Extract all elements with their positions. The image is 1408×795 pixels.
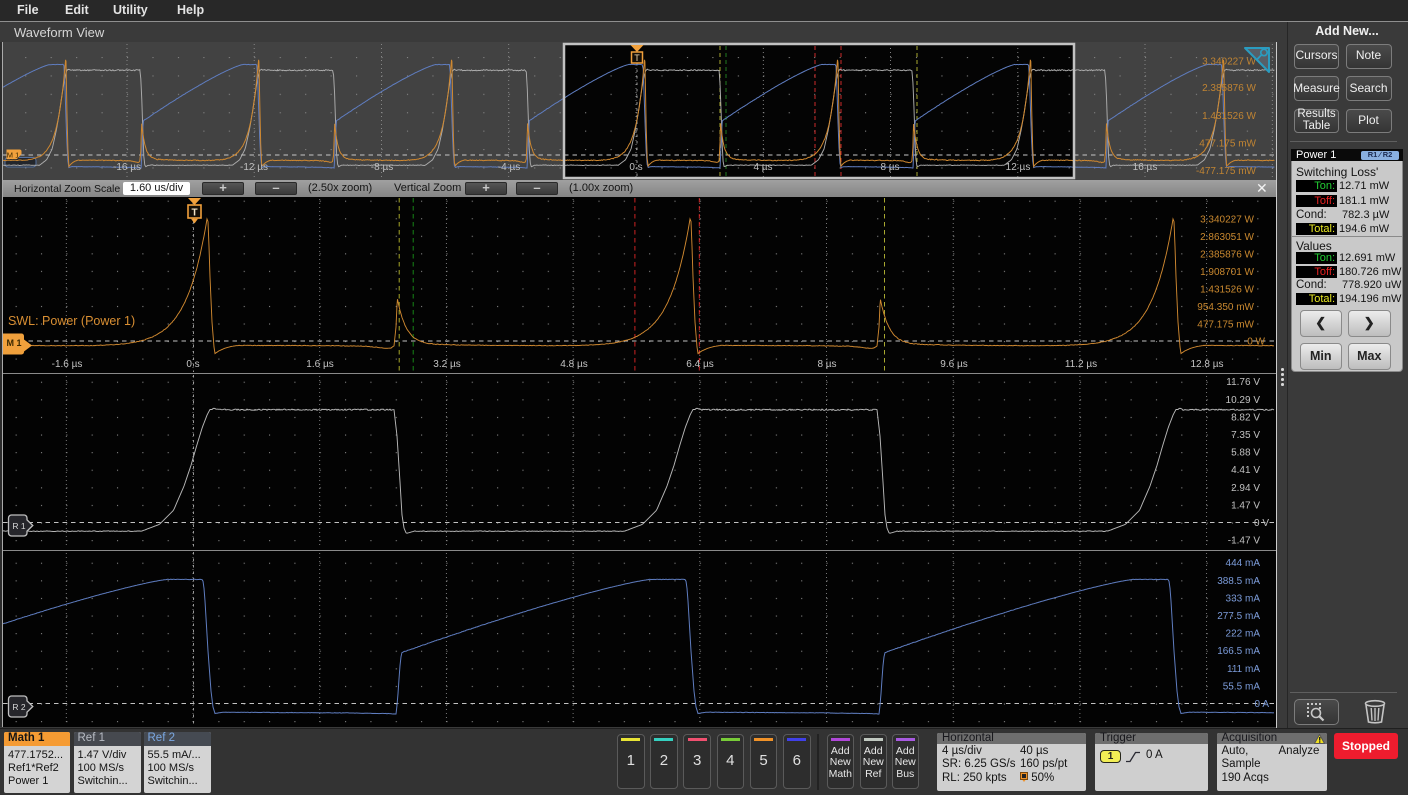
svg-text:4.8 µs: 4.8 µs xyxy=(560,359,587,370)
svg-text:477.175 mW: 477.175 mW xyxy=(1197,320,1254,331)
svg-text:T: T xyxy=(191,208,197,219)
svg-text:1.431526 W: 1.431526 W xyxy=(1202,111,1256,122)
svg-text:2.385876 W: 2.385876 W xyxy=(1200,249,1254,260)
svg-text:16 µs: 16 µs xyxy=(1133,162,1158,173)
svg-text:M 1: M 1 xyxy=(6,338,21,348)
svg-text:-16 µs: -16 µs xyxy=(113,162,141,173)
svg-text:-1.6 µs: -1.6 µs xyxy=(52,359,83,370)
svg-text:M 1: M 1 xyxy=(7,151,20,160)
svg-text:3.2 µs: 3.2 µs xyxy=(433,359,460,370)
svg-text:3.340227 W: 3.340227 W xyxy=(1202,57,1256,68)
svg-text:222 mA: 222 mA xyxy=(1226,629,1261,640)
svg-text:1.47 V: 1.47 V xyxy=(1231,500,1260,511)
svg-text:-4 µs: -4 µs xyxy=(498,162,520,173)
svg-text:R 2: R 2 xyxy=(12,702,26,712)
svg-text:12.8 µs: 12.8 µs xyxy=(1190,359,1223,370)
svg-text:388.5 mA: 388.5 mA xyxy=(1217,576,1260,587)
svg-text:4.41 V: 4.41 V xyxy=(1231,465,1260,476)
svg-text:11.2 µs: 11.2 µs xyxy=(1065,359,1097,370)
svg-text:9.6 µs: 9.6 µs xyxy=(940,359,967,370)
svg-text:2.385876 W: 2.385876 W xyxy=(1202,83,1256,94)
svg-text:4 µs: 4 µs xyxy=(753,162,772,173)
svg-text:0 W: 0 W xyxy=(1247,337,1265,348)
svg-text:0 A: 0 A xyxy=(1255,699,1270,710)
svg-text:444 mA: 444 mA xyxy=(1226,558,1261,569)
svg-text:3.340227 W: 3.340227 W xyxy=(1200,214,1254,225)
svg-text:55.5 mA: 55.5 mA xyxy=(1223,681,1261,692)
svg-text:2.94 V: 2.94 V xyxy=(1231,483,1260,494)
svg-text:-477.175 mW: -477.175 mW xyxy=(1196,166,1257,177)
svg-text:0 s: 0 s xyxy=(629,162,642,173)
svg-text:1.908701 W: 1.908701 W xyxy=(1200,267,1254,278)
svg-text:6.4 µs: 6.4 µs xyxy=(686,359,713,370)
svg-text:R 1: R 1 xyxy=(12,521,26,531)
svg-text:8 µs: 8 µs xyxy=(880,162,899,173)
svg-text:SWL: Power (Power 1): SWL: Power (Power 1) xyxy=(8,314,135,328)
svg-text:111 mA: 111 mA xyxy=(1227,664,1260,675)
svg-text:T: T xyxy=(634,53,640,63)
svg-text:8.82 V: 8.82 V xyxy=(1231,412,1260,423)
svg-text:954.350 mW: 954.350 mW xyxy=(1197,302,1254,313)
svg-text:7.35 V: 7.35 V xyxy=(1231,430,1260,441)
svg-text:5.88 V: 5.88 V xyxy=(1231,448,1260,459)
svg-text:8 µs: 8 µs xyxy=(817,359,836,370)
svg-text:-1.47 V: -1.47 V xyxy=(1228,536,1261,547)
svg-text:0 s: 0 s xyxy=(186,359,199,370)
svg-text:1.431526 W: 1.431526 W xyxy=(1200,284,1254,295)
svg-text:1.6 µs: 1.6 µs xyxy=(306,359,333,370)
svg-text:0 V: 0 V xyxy=(1254,518,1269,529)
svg-text:10.29 V: 10.29 V xyxy=(1226,395,1261,406)
svg-text:277.5 mA: 277.5 mA xyxy=(1217,611,1260,622)
svg-text:2.863051 W: 2.863051 W xyxy=(1200,232,1254,243)
svg-text:166.5 mA: 166.5 mA xyxy=(1217,646,1260,657)
svg-text:-12 µs: -12 µs xyxy=(240,162,268,173)
svg-text:11.76 V: 11.76 V xyxy=(1226,377,1260,388)
svg-text:333 mA: 333 mA xyxy=(1226,593,1261,604)
svg-text:477.175 mW: 477.175 mW xyxy=(1199,139,1256,150)
svg-text:-8 µs: -8 µs xyxy=(371,162,393,173)
svg-text:12 µs: 12 µs xyxy=(1006,162,1031,173)
